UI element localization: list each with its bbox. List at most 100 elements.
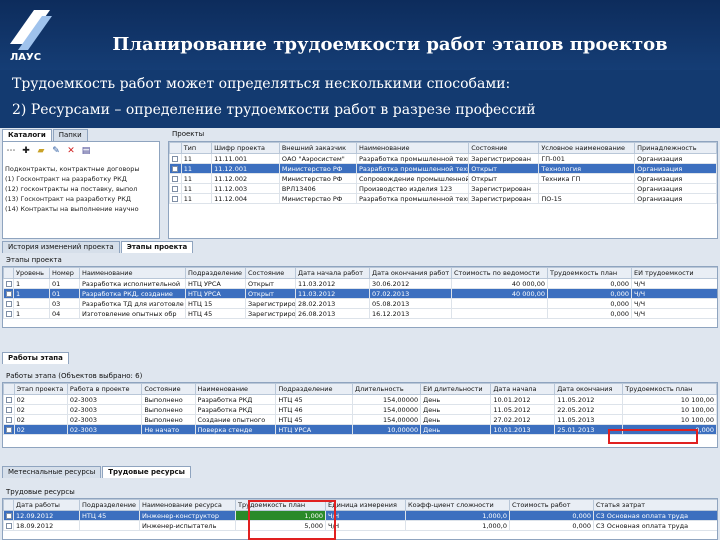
folder-icon[interactable]: ▰ [35,145,47,157]
column-header[interactable]: Шифр проекта [211,142,280,154]
column-header[interactable]: Подразделение [79,499,140,511]
column-header[interactable]: Трудоемкость план [622,383,717,395]
tree-item[interactable]: (13) Госконтракт на разработку РКД [5,194,159,204]
column-header[interactable]: Наименование [355,142,470,154]
row-checkbox[interactable] [6,512,12,519]
column-header[interactable]: Дата окончания [554,383,624,395]
table-header-row: Тип Шифр проекта Внешний заказчик Наимен… [169,142,717,154]
column-header[interactable]: Длительность [352,383,422,395]
row-checkbox[interactable] [172,185,178,192]
table-row[interactable]: 11 11.12.003 ВРЛ13406 Производство издел… [169,183,717,194]
column-header[interactable]: Подразделение [185,267,246,279]
tree-item[interactable]: (14) Контракты на выполнение научно [5,204,159,214]
column-header[interactable]: Этап проекта [13,383,68,395]
row-checkbox[interactable] [6,396,12,403]
project-detail-tabs: История изменений проекта Этапы проекта [2,241,194,253]
column-header[interactable] [3,499,14,511]
table-row[interactable]: 02 02-3003 Выполнено Создание опытного Н… [3,414,717,425]
row-checkbox[interactable] [6,426,12,433]
column-header[interactable]: Условное наименование [538,142,636,154]
table-row[interactable]: 1 04 Изготовление опытных обр НТЦ 45 Зар… [3,308,717,319]
column-header[interactable]: Наименование [194,383,277,395]
column-header[interactable] [3,267,14,279]
table-row[interactable]: 02 02-3003 Выполнено Разработка РКД НТЦ … [3,394,717,405]
row-checkbox[interactable] [6,522,12,529]
column-header[interactable]: Дата окончания работ [369,267,452,279]
table-row[interactable]: 11 11.12.001 Министерство РФ Разработка … [169,163,717,174]
tab-material-resources[interactable]: Метеснальные ресурсы [2,466,102,478]
tree-item[interactable]: (1) Госконтракт на разработку РКД [5,174,159,184]
table-row[interactable]: 11 11.12.004 Министерство РФ Разработка … [169,193,717,204]
column-header[interactable]: Подразделение [275,383,354,395]
stages-panel: Уровень Номер Наименование Подразделение… [2,266,718,328]
svg-text:ЛАУС: ЛАУС [10,52,41,63]
table-row[interactable]: 1 01 Разработка РКД, создание НТЦ УРСА О… [3,288,717,299]
tree-item[interactable]: Подконтракты, контрактные договоры [5,164,159,174]
catalog-tabs: Каталоги Папки [2,129,89,141]
edit-icon[interactable]: ✎ [50,145,62,157]
column-header[interactable]: Наименование [79,267,186,279]
properties-icon[interactable]: ▤ [80,145,92,157]
column-header[interactable]: Уровень [13,267,50,279]
highlight-box-labor-column [248,500,336,540]
table-row[interactable]: 11 11.11.001 ОАО "Аэросистем" Разработка… [169,153,717,164]
tab-stage-works[interactable]: Работы этапа [2,352,69,364]
table-row[interactable]: 18.09.2012 Инженер-испытатель 5,000 Ч/Ч … [3,520,717,531]
column-header[interactable]: Состояние [141,383,196,395]
column-header[interactable]: Стоимость работ [509,499,594,511]
column-header[interactable] [169,142,182,154]
column-header[interactable]: Принадлежность [634,142,717,154]
table-row[interactable]: 12.09.2012 НТЦ 45 Инженер-конструктор 1,… [3,510,717,521]
row-checkbox[interactable] [172,165,178,172]
stages-table: Уровень Номер Наименование Подразделение… [3,267,717,319]
column-header[interactable]: ЕИ трудоемкости [631,267,717,279]
row-checkbox[interactable] [6,280,12,287]
row-checkbox[interactable] [172,195,178,202]
column-header[interactable]: Номер [49,267,80,279]
column-header[interactable]: Дата работы [13,499,80,511]
row-checkbox[interactable] [6,310,12,317]
column-header[interactable]: Трудоемкость план [547,267,632,279]
column-header[interactable]: Стоимость по ведомости [451,267,548,279]
row-checkbox[interactable] [6,416,12,423]
tab-project-stages[interactable]: Этапы проекта [120,241,194,253]
column-header[interactable]: Дата начала [490,383,556,395]
catalog-toolbar: ⋯ ✚ ▰ ✎ ✕ ▤ [5,144,95,158]
labor-table: Дата работы Подразделение Наименование р… [3,499,717,531]
column-header[interactable]: Работа в проекте [66,383,143,395]
row-checkbox[interactable] [6,406,12,413]
tab-project-history[interactable]: История изменений проекта [2,241,120,253]
column-header[interactable]: ЕИ длительности [420,383,492,395]
column-header[interactable]: Дата начала работ [295,267,370,279]
column-header[interactable]: Коэфф-циент сложности [405,499,510,511]
highlight-box-labor-plan [608,429,698,444]
row-checkbox[interactable] [6,300,12,307]
column-header[interactable]: Наименование ресурса [139,499,236,511]
expand-icon[interactable]: ⋯ [5,145,17,157]
intro-line-1: Трудоемкость работ может определяться не… [12,76,511,92]
table-header-row: Дата работы Подразделение Наименование р… [3,499,717,511]
table-row[interactable]: 1 03 Разработка ТД для изготовле НТЦ 15 … [3,298,717,309]
tree-item[interactable]: (12) госконтракты на поставку, выпол [5,184,159,194]
column-header[interactable]: Внешний заказчик [278,142,357,154]
table-row[interactable]: 1 01 Разработка исполнительной НТЦ УРСА … [3,278,717,289]
column-header[interactable]: Состояние [245,267,296,279]
company-logo: ЛАУС [10,10,52,63]
projects-panel: Тип Шифр проекта Внешний заказчик Наимен… [168,141,718,239]
column-header[interactable] [3,383,15,395]
tab-folders[interactable]: Папки [52,129,88,141]
delete-icon[interactable]: ✕ [65,145,77,157]
intro-text: Трудоемкость работ может определяться не… [0,70,720,128]
column-header[interactable]: Статья затрат [593,499,717,511]
table-row[interactable]: 02 02-3003 Выполнено Разработка РКД НТЦ … [3,404,717,415]
column-header[interactable]: Тип [180,142,213,154]
row-checkbox[interactable] [172,175,178,182]
table-row[interactable]: 11 11.12.002 Министерство РФ Сопровожден… [169,173,717,184]
tab-labor-resources[interactable]: Трудовые ресурсы [102,466,191,478]
row-checkbox[interactable] [172,155,178,162]
column-header[interactable]: Единица измерения [325,499,406,511]
add-icon[interactable]: ✚ [20,145,32,157]
column-header[interactable]: Состояние [468,142,540,154]
tab-catalogs[interactable]: Каталоги [2,129,52,141]
row-checkbox[interactable] [6,290,12,297]
